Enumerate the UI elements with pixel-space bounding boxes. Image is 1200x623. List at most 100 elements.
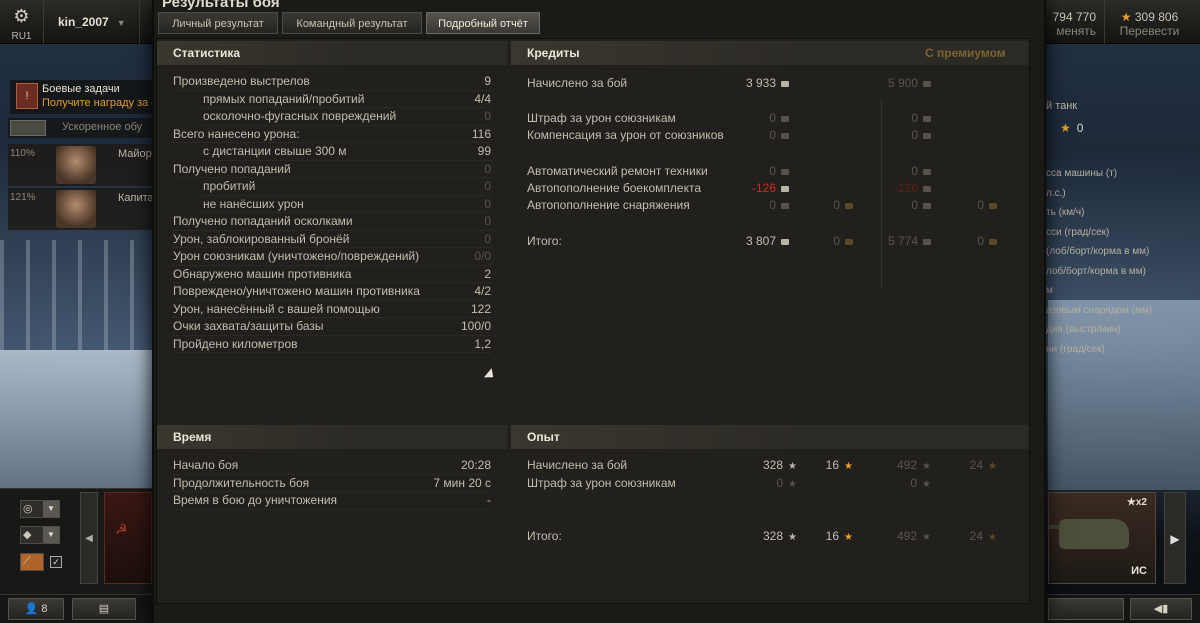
credits-value: 0 xyxy=(769,127,789,145)
carousel-tank-slot[interactable]: ☭ xyxy=(104,492,152,584)
premium-amount: 0 xyxy=(911,198,918,212)
experience-row: Начислено за бой 328 ★ 16 ★ 492 ★ 24 ★ xyxy=(527,457,1017,475)
credits-label: Штраф за урон союзникам xyxy=(527,111,676,125)
bottom-right-button[interactable] xyxy=(1048,598,1124,620)
hangar-snow-left xyxy=(0,350,152,490)
tab-detailed-report[interactable]: Подробный отчёт xyxy=(426,12,540,34)
crew-accelerated-training-bar[interactable]: Ускоренное обу xyxy=(8,118,152,138)
gold-amount: 0 xyxy=(833,198,840,212)
carousel-scroll-right[interactable]: ▶ xyxy=(1164,492,1186,584)
stat-row: Пройдено километров 1,2 xyxy=(173,336,491,353)
stat-label: с дистанции свыше 300 м xyxy=(203,144,347,158)
tank-type-icon: ◆ xyxy=(23,529,32,541)
premium-gold-amount: 0 xyxy=(977,198,984,212)
hangar-fence-decoration xyxy=(0,240,152,350)
detailed-report-content: Статистика Произведено выстрелов 9 прямых … xyxy=(156,38,1030,604)
crew-skill-percent: 110% xyxy=(10,148,35,159)
tab-personal-result[interactable]: Личный результат xyxy=(158,12,278,34)
free-xp-star-icon: ★ xyxy=(844,532,853,543)
stat-label: Произведено выстрелов xyxy=(173,74,310,88)
credits-row: Штраф за урон союзникам 0 0 xyxy=(527,110,1017,128)
experience-row: Итого: 328 ★ 16 ★ 492 ★ 24 ★ xyxy=(527,528,1017,546)
time-row: Начало боя 20:28 xyxy=(173,457,491,475)
stat-value: 1,2 xyxy=(474,336,491,351)
notifications-button[interactable]: ◀▮ xyxy=(1130,598,1192,620)
ready-filter-button[interactable]: ⟋ xyxy=(20,553,44,571)
stat-value: 100/0 xyxy=(460,319,491,333)
stat-value: 99 xyxy=(477,144,491,158)
credits-row: Автоматический ремонт техники 0 0 xyxy=(527,163,1017,181)
tank-stars-count: 0 xyxy=(1076,121,1084,135)
nation-filter-dropdown[interactable]: ◎ ▼ xyxy=(20,500,60,518)
credits-exchange-button[interactable]: 794 770 менять xyxy=(1048,0,1096,44)
friends-count: 8 xyxy=(41,603,48,615)
stat-value: 0 xyxy=(484,196,491,211)
experience-premium-value: 492 ★ xyxy=(897,457,931,476)
tank-param: лоб/борт/корма в мм) xyxy=(1046,265,1146,277)
tank-params-list: сса машины (т) л.с.) ть (км/ч) сси (град… xyxy=(1046,168,1200,363)
experience-value: 328 ★ xyxy=(763,528,797,547)
premium-gold-amount: 0 xyxy=(977,234,984,248)
premium-xp-amount: 492 xyxy=(897,458,918,472)
quests-widget[interactable]: ! Боевые задачи Получите награду за е xyxy=(10,80,157,114)
credit-coin-icon xyxy=(781,238,789,245)
premium-amount: 0 xyxy=(911,111,918,125)
credits-amount: 0 xyxy=(769,164,776,178)
credits-premium-gold-value: 0 xyxy=(977,233,997,251)
stat-row: Урон союзникам (уничтожено/повреждений) 0… xyxy=(173,248,491,266)
credit-coin-icon xyxy=(781,115,789,122)
stat-value: 0 xyxy=(484,231,491,246)
experience-premium-value: 492 ★ xyxy=(897,528,931,547)
stat-row: Урон, заблокированный бронёй 0 xyxy=(173,231,491,248)
xp-star-icon: ★ xyxy=(788,532,797,543)
tank-param: м xyxy=(1046,285,1053,296)
tab-team-result[interactable]: Командный результат xyxy=(282,12,422,34)
free-xp-star-icon: ★ xyxy=(988,461,997,472)
credits-premium-value: 0 xyxy=(911,197,931,215)
stat-label: Урон, заблокированный бронёй xyxy=(173,231,350,246)
credits-amount: 0 xyxy=(769,111,776,125)
filter-checkbox[interactable]: ✓ xyxy=(50,556,62,568)
gold-coin-icon xyxy=(989,238,997,245)
tank-param: л.с.) xyxy=(1046,187,1066,199)
crew-member-2[interactable]: 121% Капитан xyxy=(8,188,160,230)
stat-row: не нанёсших урон 0 xyxy=(203,196,491,213)
crew-member-1[interactable]: 110% Майор С xyxy=(8,144,163,186)
carousel-tank-is[interactable]: ★x2 ИС xyxy=(1048,492,1156,584)
friends-button[interactable]: 👤 8 xyxy=(8,598,64,620)
credits-premium-value: 5 900 xyxy=(888,75,931,93)
premium-amount: 0 xyxy=(911,128,918,142)
globe-icon: ◎ xyxy=(23,503,33,515)
time-value: 7 мин 20 с xyxy=(433,475,491,490)
gold-value: 309 806 xyxy=(1134,10,1179,24)
credits-row: Автопополнение боекомплекта -126 -126 xyxy=(527,180,1017,198)
server-menu-button[interactable]: ⚙ RU1 xyxy=(0,0,44,44)
time-value: 20:28 xyxy=(460,458,491,472)
gold-transfer-button[interactable]: ★ 309 806 Перевести xyxy=(1104,0,1194,44)
xp-star-icon: ★ xyxy=(922,479,931,490)
chat-button[interactable]: ▤ xyxy=(72,598,136,620)
type-filter-dropdown[interactable]: ◆ ▼ xyxy=(20,526,60,544)
premium-amount: 5 774 xyxy=(887,234,918,248)
carousel-scroll-left[interactable]: ◀ xyxy=(80,492,98,584)
credit-coin-icon xyxy=(923,168,931,175)
gold-coin-icon xyxy=(845,202,853,209)
credits-value: 0 xyxy=(769,110,789,128)
tank-param: ни (град/сек) xyxy=(1046,343,1105,355)
stat-value: 0 xyxy=(484,179,491,193)
stat-value: 2 xyxy=(484,266,491,281)
experience-value: 328 ★ xyxy=(763,457,797,476)
credit-coin-icon xyxy=(781,80,789,87)
credits-value: 0 xyxy=(769,197,789,215)
stat-label: Всего нанесено урона: xyxy=(173,126,300,141)
crew-icon xyxy=(10,120,46,136)
xp-multiplier-badge: ★x2 xyxy=(1126,497,1147,508)
credits-premium-value: 0 xyxy=(911,127,931,145)
mouse-cursor-icon xyxy=(483,368,498,382)
account-menu[interactable]: kin_2007 ▼ xyxy=(44,0,140,44)
credits-premium-value: 0 xyxy=(911,110,931,128)
experience-premium-value: 0 ★ xyxy=(910,475,931,494)
tank-param: азовым снарядом (мм) xyxy=(1046,304,1153,316)
credit-coin-icon xyxy=(923,80,931,87)
xp-amount: 0 xyxy=(776,476,784,490)
